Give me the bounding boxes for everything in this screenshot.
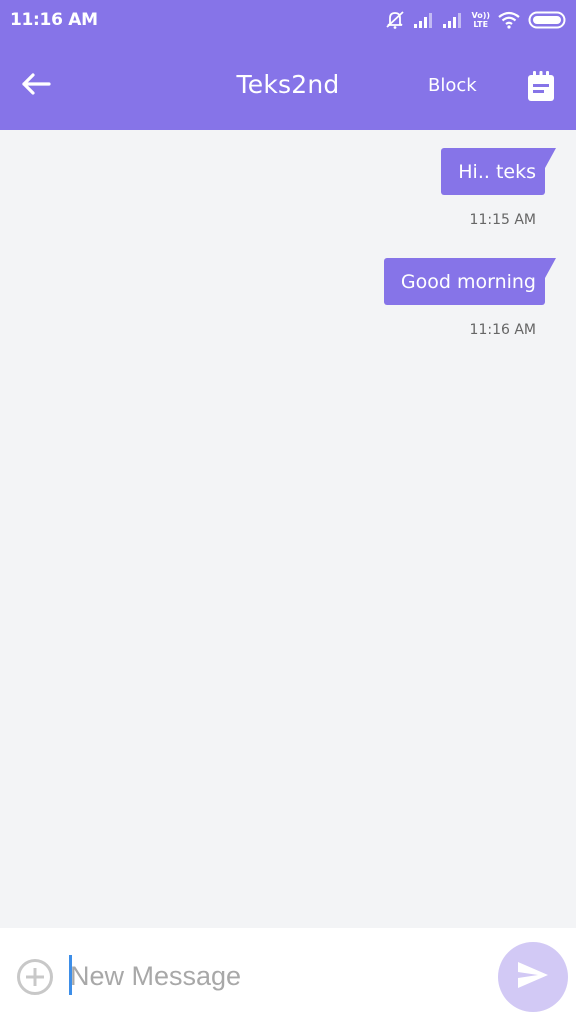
- message-input[interactable]: [70, 956, 480, 996]
- battery-icon: [528, 11, 566, 29]
- block-button[interactable]: Block: [428, 75, 477, 96]
- bell-muted-icon: [384, 10, 406, 30]
- message-bubble[interactable]: Good morning: [383, 258, 557, 305]
- volte-icon: Vo)) LTE: [471, 11, 490, 29]
- send-icon: [516, 960, 550, 995]
- message-list[interactable]: Hi.. teks 11:15 AM Good morning 11:16 AM: [0, 130, 576, 928]
- message-bubble[interactable]: Hi.. teks: [441, 148, 556, 195]
- send-button[interactable]: [498, 942, 568, 1012]
- calendar-button[interactable]: [526, 70, 556, 102]
- message-time: 11:15 AM: [469, 212, 536, 228]
- plus-circle-icon: [16, 959, 54, 1000]
- message-item: Good morning 11:16 AM: [383, 258, 557, 338]
- text-caret: [69, 955, 72, 995]
- status-icons: Vo)) LTE: [384, 9, 566, 31]
- attach-button[interactable]: [16, 958, 54, 996]
- signal-icon: [442, 12, 464, 28]
- message-item: Hi.. teks 11:15 AM: [441, 148, 556, 228]
- conversation-title: Teks2nd: [236, 70, 340, 99]
- signal-icon: [413, 12, 435, 28]
- calendar-icon: [526, 71, 556, 106]
- status-bar: 11:16 AM Vo)) LTE: [0, 0, 576, 42]
- status-time: 11:16 AM: [10, 10, 98, 30]
- message-composer: [0, 928, 576, 1024]
- wifi-icon: [497, 11, 521, 29]
- message-time: 11:16 AM: [469, 322, 536, 338]
- app-bar: Teks2nd Block: [0, 42, 576, 130]
